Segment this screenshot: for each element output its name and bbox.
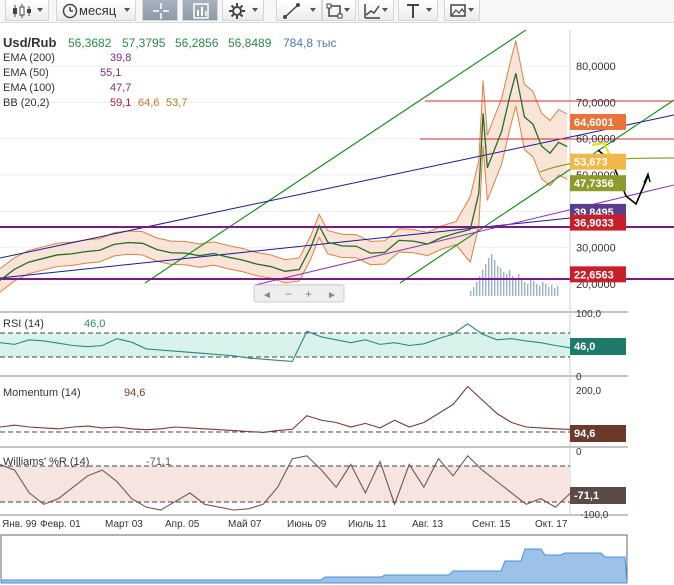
time-axis-label: Авг. 13 xyxy=(412,519,444,530)
time-axis-label: Февр. 01 xyxy=(40,519,81,530)
zoom-out-icon[interactable]: − xyxy=(285,287,292,301)
volume-bar xyxy=(551,285,553,296)
rsi-title: RSI (14) xyxy=(3,318,44,330)
indicator-value: 64,6 xyxy=(138,97,159,109)
price-badge-text: 22,6563 xyxy=(574,269,614,281)
volume-bar xyxy=(503,272,505,296)
volume-bar xyxy=(473,287,475,296)
volume-bar xyxy=(470,291,472,296)
time-axis-label: Июнь 09 xyxy=(287,519,327,530)
volume-bar xyxy=(536,284,538,296)
rsi-value-badge-text: 46,0 xyxy=(574,341,595,353)
time-axis-label: Янв. 99 xyxy=(2,519,37,530)
volume-bar xyxy=(515,278,517,296)
momentum-value: 94,6 xyxy=(124,387,145,399)
volume-bar xyxy=(506,274,508,296)
volume-bar xyxy=(533,281,535,296)
momentum-axis-max: 200,0 xyxy=(576,386,601,397)
indicator-value: 59,1 xyxy=(110,97,131,109)
quote-close: 56,8489 xyxy=(228,36,272,50)
price-axis-label: 70,0000 xyxy=(576,97,616,109)
indicator-value: 47,7 xyxy=(110,82,131,94)
rsi-axis-min: 0 xyxy=(576,372,582,383)
momentum-value-badge-text: 94,6 xyxy=(574,428,595,440)
zoom-in-icon[interactable]: + xyxy=(305,287,312,301)
time-axis-label: Май 07 xyxy=(228,519,262,530)
indicator-name: EMA (200) xyxy=(3,52,55,64)
time-axis-label: Апр. 05 xyxy=(165,519,200,530)
volume-bar xyxy=(488,258,490,296)
quote-volume: 784,8 тыс xyxy=(283,36,336,50)
volume-bar xyxy=(500,268,502,296)
time-axis-label: Сент. 15 xyxy=(472,519,511,530)
price-axis-label: 80,0000 xyxy=(576,61,616,73)
price-badge-text: 64,6001 xyxy=(574,117,614,129)
volume-bar xyxy=(518,274,520,296)
indicator-name: EMA (50) xyxy=(3,67,49,79)
scroll-right-icon[interactable]: ► xyxy=(327,290,337,301)
volume-bar xyxy=(509,270,511,296)
indicator-name: BB (20,2) xyxy=(3,97,49,109)
indicator-value: 55,1 xyxy=(100,67,121,79)
momentum-title: Momentum (14) xyxy=(3,387,81,399)
time-axis-label: Окт. 17 xyxy=(535,519,568,530)
volume-bar xyxy=(482,270,484,296)
quote-low: 56,2856 xyxy=(175,36,219,50)
williams-axis-min: -100,0 xyxy=(580,510,609,521)
volume-bar xyxy=(521,280,523,296)
price-axis-label: 30,0000 xyxy=(576,243,616,255)
volume-bar xyxy=(497,266,499,296)
rsi-band xyxy=(0,333,570,357)
scroll-left-icon[interactable]: ◄ xyxy=(262,290,272,301)
williams-value-badge-text: -71,1 xyxy=(574,490,599,502)
quote-high: 57,3795 xyxy=(122,36,166,50)
price-badge-text: 47,7356 xyxy=(574,178,614,190)
volume-bar xyxy=(524,282,526,296)
chart-canvas[interactable]: 80,000070,000060,000050,000040,000030,00… xyxy=(0,0,674,585)
zoom-controls: ◄ − + ► xyxy=(253,284,345,303)
volume-bar xyxy=(491,254,493,296)
volume-bar xyxy=(557,286,559,296)
volume-bar xyxy=(542,282,544,296)
time-axis: Янв. 99 Февр. 01 Март 03 Апр. 05 Май 07 Июнь … xyxy=(2,519,568,530)
volume-bar xyxy=(539,286,541,296)
time-axis-label: Июль 11 xyxy=(348,519,387,530)
williams-value: -71,1 xyxy=(146,456,171,468)
indicator-value: 53,7 xyxy=(166,97,187,109)
symbol-title: Usd/Rub xyxy=(3,35,57,50)
rsi-axis-max: 100,0 xyxy=(576,309,601,320)
time-axis-label: Март 03 xyxy=(105,519,143,530)
volume-bar xyxy=(530,278,532,296)
volume-bar xyxy=(545,284,547,296)
price-badge-text: 36,9033 xyxy=(574,218,614,230)
indicator-value: 39,8 xyxy=(110,52,131,64)
williams-title: Williams' %R (14) xyxy=(3,456,89,468)
quote-open: 56,3682 xyxy=(68,36,112,50)
williams-axis-max: 0 xyxy=(576,447,582,458)
volume-bar xyxy=(527,284,529,296)
indicator-name: EMA (100) xyxy=(3,82,55,94)
volume-bar xyxy=(476,282,478,296)
rsi-value: 46,0 xyxy=(84,318,105,330)
volume-bar xyxy=(548,287,550,296)
price-axis-label: 60,0000 xyxy=(576,134,616,146)
volume-bar xyxy=(554,288,556,296)
price-badge-text: 53,673 xyxy=(574,157,608,169)
